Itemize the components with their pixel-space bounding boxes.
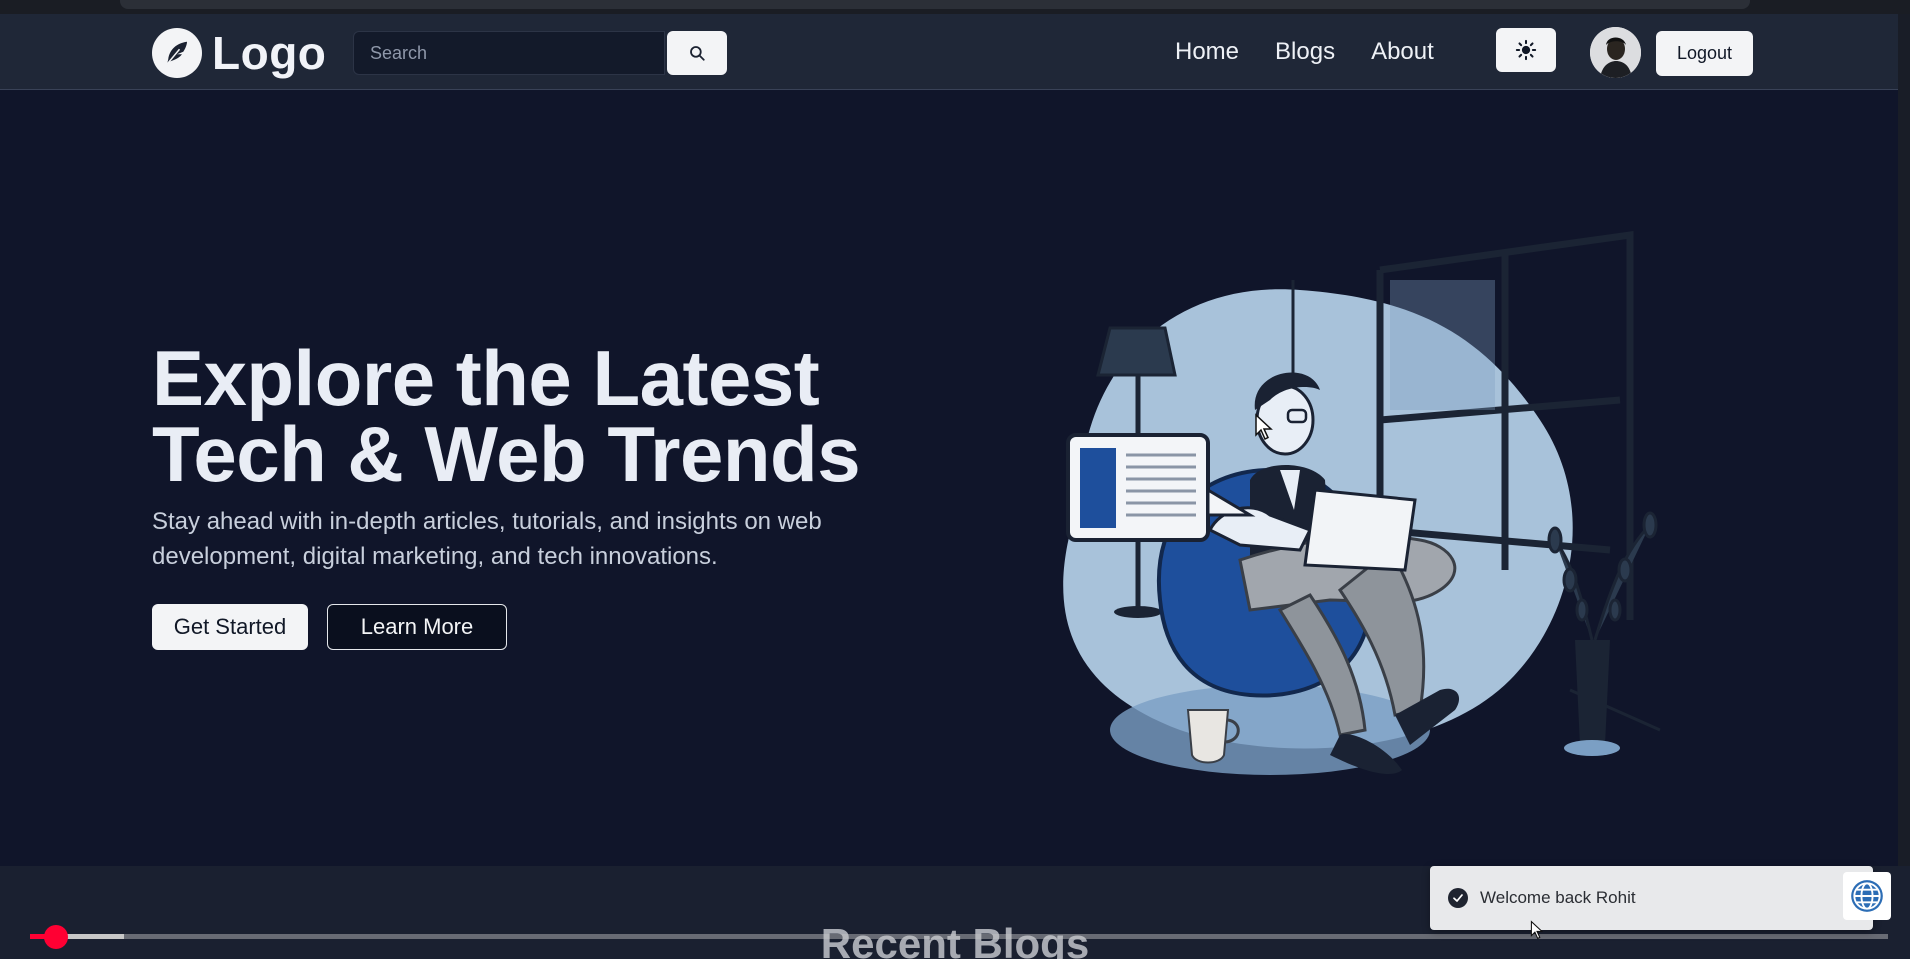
logo-text: Logo <box>212 27 327 79</box>
toast-notification[interactable]: Welcome back Rohit <box>1430 866 1873 930</box>
nav-link-home[interactable]: Home <box>1175 36 1239 68</box>
get-started-button[interactable]: Get Started <box>152 604 308 650</box>
feather-icon <box>152 28 202 78</box>
search-button[interactable] <box>667 31 727 75</box>
video-progress-bar[interactable] <box>30 934 1888 939</box>
nav-link-blogs[interactable]: Blogs <box>1275 36 1335 68</box>
search-bar <box>353 31 727 75</box>
avatar[interactable] <box>1590 27 1641 78</box>
hero-title: Explore the Latest Tech & Web Trends <box>152 334 861 498</box>
search-icon <box>690 46 705 61</box>
navbar: Logo Home Blogs About <box>0 14 1910 90</box>
logout-button[interactable]: Logout <box>1656 31 1753 76</box>
browser-top-strip <box>0 0 1910 14</box>
hero-section: Explore the Latest Tech & Web Trends Sta… <box>0 90 1910 866</box>
theme-toggle-button[interactable] <box>1496 28 1556 72</box>
sun-icon <box>1515 39 1537 61</box>
browser-tab-bar <box>120 0 1750 9</box>
mouse-cursor-icon <box>1255 413 1273 441</box>
globe-icon[interactable] <box>1843 872 1891 920</box>
check-circle-icon <box>1448 888 1468 908</box>
nav-link-about[interactable]: About <box>1371 36 1434 68</box>
mouse-cursor-icon <box>1530 920 1544 940</box>
progress-scrubber-handle[interactable] <box>44 925 68 949</box>
hero-subtitle: Stay ahead with in-depth articles, tutor… <box>152 508 822 570</box>
logo[interactable]: Logo <box>152 27 326 79</box>
page-scrollbar[interactable] <box>1898 14 1910 866</box>
search-input[interactable] <box>353 31 665 75</box>
nav-links: Home Blogs About <box>1175 36 1434 68</box>
toast-message: Welcome back Rohit <box>1480 888 1636 907</box>
hero-illustration <box>1063 230 1661 775</box>
learn-more-button[interactable]: Learn More <box>327 604 507 650</box>
